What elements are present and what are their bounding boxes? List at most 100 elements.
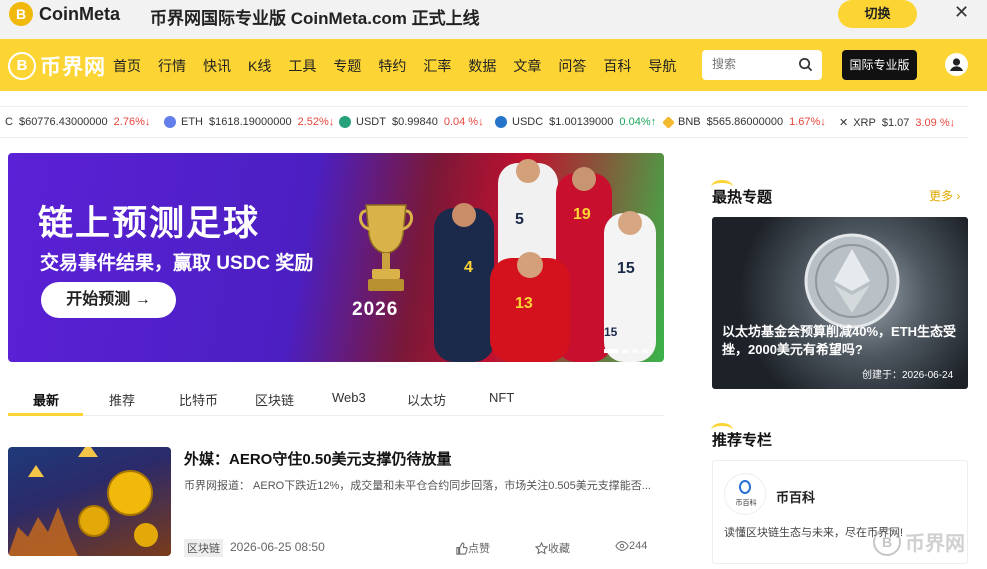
eye-icon xyxy=(615,541,629,551)
recommended-column-title: 推荐专栏 xyxy=(711,423,772,450)
active-tab-underline xyxy=(8,413,83,416)
start-predict-button[interactable]: 开始预测 → xyxy=(41,282,176,318)
tab-nft[interactable]: NFT xyxy=(489,390,514,405)
watermark-text: 币界网 xyxy=(905,533,965,555)
jersey-number: 5 xyxy=(515,211,524,228)
banner-subline: 交易事件结果，赢取 USDC 奖励 xyxy=(40,253,314,274)
tab-bitcoin[interactable]: 比特币 xyxy=(179,390,218,409)
usdt-coin-icon xyxy=(339,116,351,128)
site-logo-text: 币界网 xyxy=(40,56,106,79)
carousel-dot[interactable] xyxy=(632,349,638,353)
nav-menu: 首页 行情 快讯 K线 工具 专题 特约 汇率 数据 文章 问答 百科 导航 xyxy=(113,56,693,76)
nav-item-market[interactable]: 行情 xyxy=(158,56,186,76)
promo-bar: B CoinMeta 币界网国际专业版 CoinMeta.com 正式上线 切换… xyxy=(0,0,987,39)
jersey-number: 13 xyxy=(515,295,533,312)
ticker-item[interactable]: ETH $1618.19000000 2.52%↓ xyxy=(164,116,334,128)
trophy-icon xyxy=(359,204,413,291)
ticker-change: 2.76%↓ xyxy=(113,116,151,128)
ticker-item[interactable]: BNB $565.86000000 1.67%↓ xyxy=(662,115,826,129)
site-logo[interactable]: B 币界网 xyxy=(8,51,106,81)
like-label: 点赞 xyxy=(468,543,490,555)
ticker-item[interactable]: ✕ XRP $1.07 3.09 %↓ xyxy=(839,116,955,130)
hot-topic-title[interactable]: 以太坊基金会预算削减40%，ETH生态受挫，2000美元有希望吗? xyxy=(722,323,962,359)
pro-version-button[interactable]: 国际专业版 xyxy=(842,50,917,80)
nav-item-kline[interactable]: K线 xyxy=(248,56,271,76)
banner-year: 2026 xyxy=(352,299,399,320)
promo-text: 币界网国际专业版 CoinMeta.com 正式上线 xyxy=(150,9,480,28)
user-avatar-icon[interactable] xyxy=(945,53,968,76)
ticker-item[interactable]: USDC $1.00139000 0.04%↑ xyxy=(495,116,656,128)
close-icon[interactable]: ✕ xyxy=(954,2,969,23)
nav-item-home[interactable]: 首页 xyxy=(113,56,141,76)
tab-recommended[interactable]: 推荐 xyxy=(109,390,135,409)
column-avatar[interactable]: 币百科 xyxy=(724,473,766,515)
favorite-button[interactable]: 收藏 xyxy=(535,540,570,556)
nav-item-qa[interactable]: 问答 xyxy=(558,56,586,76)
main-navbar: B 币界网 首页 行情 快讯 K线 工具 专题 特约 汇率 数据 文章 问答 百… xyxy=(0,39,987,91)
bnb-coin-icon xyxy=(662,115,675,129)
carousel-dot[interactable] xyxy=(642,349,648,353)
tab-ethereum[interactable]: 以太坊 xyxy=(407,390,446,409)
carousel-dots[interactable] xyxy=(604,349,652,353)
nav-item-articles[interactable]: 文章 xyxy=(513,56,541,76)
coinmeta-logo-icon: B xyxy=(9,2,33,26)
carousel-dot[interactable] xyxy=(604,349,618,353)
nav-item-topics[interactable]: 专题 xyxy=(333,56,361,76)
article-tabs: 最新 推荐 比特币 区块链 Web3 以太坊 NFT xyxy=(8,380,664,416)
jersey-number: 19 xyxy=(573,206,591,223)
banner-headline: 链上预测足球 xyxy=(38,204,261,243)
ticker-price: $0.99840 xyxy=(391,116,438,128)
title-decoration xyxy=(711,180,733,194)
hot-topic-card[interactable]: 以太坊基金会预算削减40%，ETH生态受挫，2000美元有希望吗? 创建于：20… xyxy=(712,217,968,389)
ticker-price: $1.00139000 xyxy=(549,116,614,128)
column-name[interactable]: 币百科 xyxy=(776,487,815,506)
hero-banner[interactable]: 链上预测足球 交易事件结果，赢取 USDC 奖励 开始预测 → 2026 5 1… xyxy=(8,153,664,362)
search-icon[interactable] xyxy=(798,57,813,72)
nav-item-data[interactable]: 数据 xyxy=(468,56,496,76)
article-summary: 币界网报道： AERO下跌近12%，成交量和未平仓合约同步回落，市场关注0.50… xyxy=(184,480,651,492)
article-title[interactable]: 外媒：AERO守住0.50美元支撑仍待放量 xyxy=(184,448,452,469)
title-decoration xyxy=(711,423,733,437)
article-tag[interactable]: 区块链 xyxy=(184,539,223,557)
nav-item-special[interactable]: 特约 xyxy=(378,56,406,76)
ticker-price: $565.86000000 xyxy=(706,116,784,128)
site-watermark: B 币界网 xyxy=(873,527,965,556)
carousel-dot[interactable] xyxy=(622,349,628,353)
book-icon xyxy=(739,480,751,494)
ticker-symbol: BNB xyxy=(678,116,701,128)
ticker-change: 0.04%↑ xyxy=(619,116,657,128)
search-box xyxy=(702,50,822,80)
like-button[interactable]: 点赞 xyxy=(455,540,490,556)
tab-latest[interactable]: 最新 xyxy=(33,390,59,409)
xrp-coin-icon: ✕ xyxy=(839,117,849,129)
ticker-item[interactable]: USDT $0.99840 0.04 %↓ xyxy=(339,116,484,128)
ticker-symbol: USDC xyxy=(512,116,544,128)
switch-button[interactable]: 切换 xyxy=(838,0,917,28)
ticker-price: $1618.19000000 xyxy=(209,116,292,128)
ticker-item[interactable]: C $60776.43000000 2.76%↓ xyxy=(5,116,150,128)
tab-blockchain[interactable]: 区块链 xyxy=(255,390,294,409)
article-thumbnail[interactable] xyxy=(8,447,171,556)
ticker-symbol: USDT xyxy=(356,116,386,128)
ticker-price: $60776.43000000 xyxy=(18,116,108,128)
football-players-illustration xyxy=(434,159,656,362)
views-count: 244 xyxy=(615,540,647,552)
search-input[interactable] xyxy=(712,50,792,78)
nav-item-wiki[interactable]: 百科 xyxy=(603,56,631,76)
ticker-symbol: C xyxy=(5,116,13,128)
nav-item-tools[interactable]: 工具 xyxy=(288,56,316,76)
coinmeta-logo-text: CoinMeta xyxy=(39,4,120,24)
nav-item-directory[interactable]: 导航 xyxy=(648,56,676,76)
more-link[interactable]: 更多 › xyxy=(929,187,960,204)
price-ticker: C $60776.43000000 2.76%↓ ETH $1618.19000… xyxy=(0,106,968,138)
tab-web3[interactable]: Web3 xyxy=(332,390,366,405)
nav-item-flash[interactable]: 快讯 xyxy=(203,56,231,76)
ethereum-coin-illustration xyxy=(804,233,900,329)
eth-coin-icon xyxy=(164,116,176,128)
article-item[interactable]: 外媒：AERO守住0.50美元支撑仍待放量 币界网报道： AERO下跌近12%，… xyxy=(8,447,664,557)
usdc-coin-icon xyxy=(495,116,507,128)
watermark-logo-icon: B xyxy=(873,527,901,556)
nav-item-rates[interactable]: 汇率 xyxy=(423,56,451,76)
ticker-symbol: XRP xyxy=(853,116,876,129)
ticker-symbol: ETH xyxy=(181,116,203,128)
